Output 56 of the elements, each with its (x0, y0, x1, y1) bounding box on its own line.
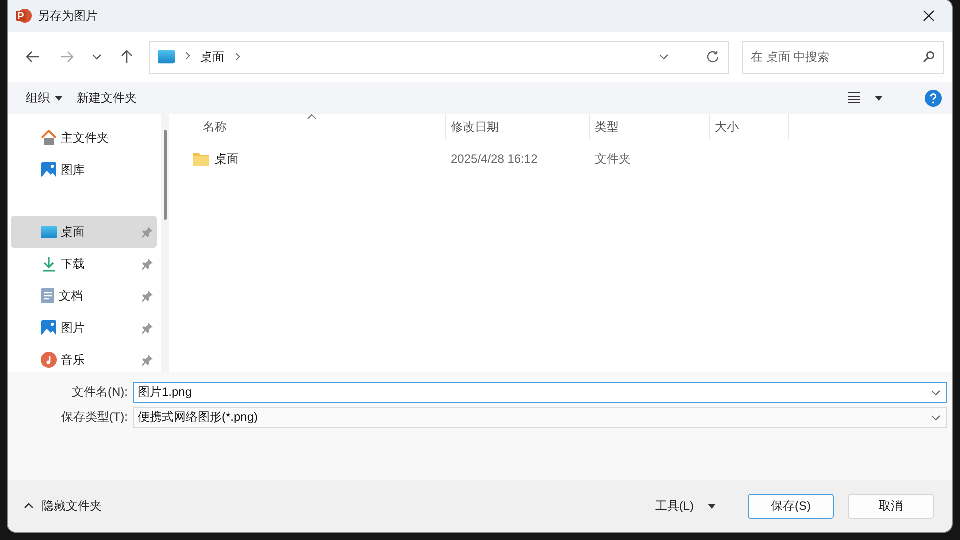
caret-icon (875, 96, 883, 100)
right-arrow-icon (60, 51, 74, 63)
left-arrow-icon (26, 51, 40, 63)
view-menu-icon[interactable] (847, 92, 861, 104)
app-icon (16, 8, 32, 24)
pin-icon[interactable] (142, 290, 153, 302)
caret-icon (708, 504, 716, 508)
column-header[interactable]: 类型 (590, 114, 710, 140)
tools-menu-button[interactable]: 工具(L) (649, 496, 722, 516)
dialog-button[interactable]: 取消 (848, 494, 934, 518)
pin-icon[interactable] (142, 226, 153, 238)
chevron-icon (24, 503, 34, 509)
desktop-icon (158, 50, 175, 64)
file-name-field[interactable]: 图片1.png (133, 382, 947, 403)
address-bar[interactable]: 桌面 (148, 40, 730, 74)
column-header[interactable]: 大小 (710, 114, 789, 140)
type-cell-text: 文件夹 (594, 150, 632, 168)
pin-icon[interactable] (142, 322, 153, 334)
date-cell-text: 2025/4/28 16:12 (450, 152, 539, 166)
refresh-icon[interactable] (706, 50, 720, 64)
toolbar-command[interactable]: 新建文件夹 (77, 90, 137, 106)
pin-icon[interactable] (142, 354, 153, 366)
house-icon (41, 130, 57, 146)
caret-icon (55, 96, 63, 100)
file-type-dropdown[interactable]: 便携式网络图形(*.png) (133, 407, 947, 428)
picture-icon (41, 320, 57, 336)
column-header[interactable]: 修改日期 (446, 114, 590, 140)
breadcrumb-item[interactable]: 桌面 (200, 48, 225, 66)
sidebar-item[interactable]: 图库 (11, 154, 157, 186)
picture-icon (41, 162, 57, 178)
sidebar-item[interactable]: 主文件夹 (11, 122, 157, 154)
folder-icon (193, 152, 209, 166)
scrollbar-thumb[interactable] (164, 130, 166, 220)
pin-icon[interactable] (142, 258, 153, 270)
search-icon (923, 51, 936, 63)
sidebar-item[interactable]: 音乐 (11, 344, 157, 376)
field-label: 文件名(N): (71, 384, 128, 401)
sidebar-item[interactable]: 文档 (11, 280, 157, 312)
column-header[interactable]: 名称 (169, 114, 446, 140)
toolbar-command[interactable]: 组织 (26, 90, 63, 106)
sidebar-item[interactable]: 下载 (11, 248, 157, 280)
file-name-cell[interactable]: 桌面 (169, 150, 446, 168)
field-label: 保存类型(T): (60, 409, 128, 426)
hide-folders-toggle[interactable]: 隐藏文件夹 (18, 496, 108, 516)
search-field[interactable]: 在 桌面 中搜索 (742, 40, 944, 74)
document-icon (41, 288, 55, 304)
help-icon[interactable] (925, 90, 942, 106)
sidebar-item[interactable]: 桌面 (11, 216, 157, 248)
download-icon (41, 256, 57, 272)
window-title: 另存为图片 (38, 8, 99, 24)
dialog-button[interactable]: 保存(S) (748, 494, 834, 518)
sidebar-item[interactable]: 图片 (11, 312, 157, 344)
music-icon (41, 352, 57, 368)
up-arrow-icon (120, 50, 133, 64)
close-icon (923, 10, 935, 22)
desktop-icon (41, 226, 57, 238)
